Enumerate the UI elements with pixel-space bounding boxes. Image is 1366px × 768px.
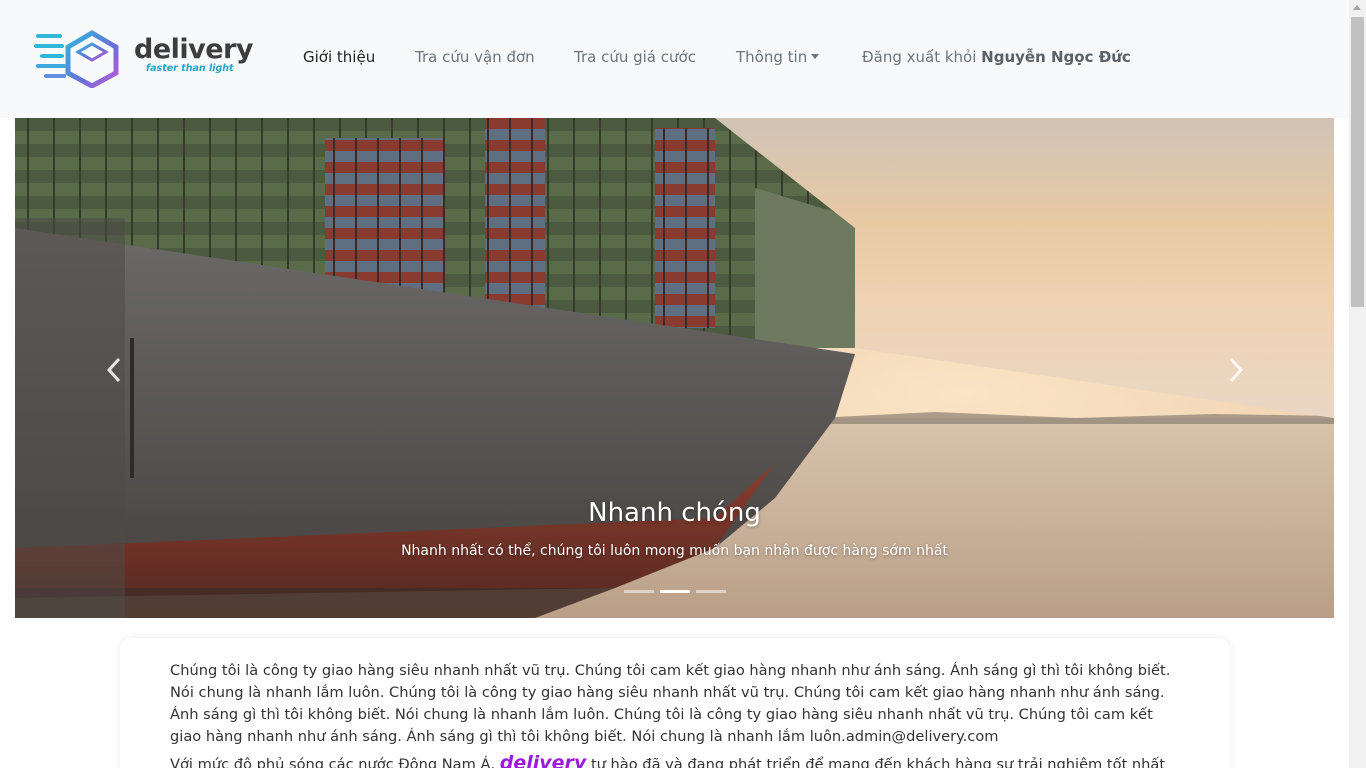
nav-item-tra-cuu-gia-cuoc[interactable]: Tra cứu giá cước — [574, 48, 696, 66]
slide-title: Nhanh chóng — [588, 498, 761, 528]
nav-item-gioi-thieu[interactable]: Giới thiệu — [303, 48, 375, 66]
delivery-logo-icon — [34, 30, 119, 88]
coverage-brand: delivery — [499, 752, 587, 768]
page-scrollbar[interactable] — [1349, 0, 1366, 768]
hero-carousel: Nhanh chóng Nhanh nhất có thể, chúng tôi… — [15, 118, 1334, 618]
about-paragraph: Chúng tôi là công ty giao hàng siêu nhan… — [170, 662, 1171, 745]
carousel-indicator-2[interactable] — [660, 590, 690, 593]
nav-item-thong-tin-label: Thông tin — [736, 48, 808, 66]
about-card: Chúng tôi là công ty giao hàng siêu nhan… — [120, 638, 1230, 768]
brand-name: delivery — [134, 34, 253, 65]
user-name: Nguyễn Ngọc Đức — [981, 48, 1131, 66]
carousel-indicator-3[interactable] — [696, 590, 726, 593]
navbar: delivery faster than light Giới thiệu Tr… — [0, 0, 1349, 118]
logout-prefix: Đăng xuất khỏi — [862, 48, 977, 66]
carousel-next-button[interactable] — [1223, 355, 1247, 385]
chevron-right-icon — [1229, 357, 1244, 383]
coverage-prefix: Với mức độ phủ sóng các nước Đông Nam Á, — [170, 756, 496, 768]
slide-subtitle: Nhanh nhất có thể, chúng tôi luôn mong m… — [401, 543, 948, 559]
logout-link[interactable]: Đăng xuất khỏi Nguyễn Ngọc Đức — [862, 48, 1131, 66]
carousel-indicator-1[interactable] — [624, 590, 654, 593]
coverage-suffix: tự hào đã và đang phát triển để mang đến… — [590, 756, 1166, 768]
scrollbar-thumb[interactable] — [1351, 17, 1364, 307]
carousel-indicators — [624, 590, 726, 594]
nav-item-tra-cuu-van-don[interactable]: Tra cứu vận đơn — [415, 48, 535, 66]
nav-item-thong-tin-dropdown[interactable]: Thông tin — [736, 48, 820, 66]
carousel-prev-button[interactable] — [103, 355, 127, 385]
chevron-left-icon — [106, 357, 121, 383]
brand-logo[interactable]: delivery faster than light — [34, 30, 253, 88]
scroll-up-arrow-icon[interactable] — [1353, 5, 1361, 10]
caret-down-icon — [811, 54, 820, 59]
coverage-line: Với mức độ phủ sóng các nước Đông Nam Á,… — [170, 752, 1180, 768]
brand-tagline: faster than light — [146, 63, 234, 74]
